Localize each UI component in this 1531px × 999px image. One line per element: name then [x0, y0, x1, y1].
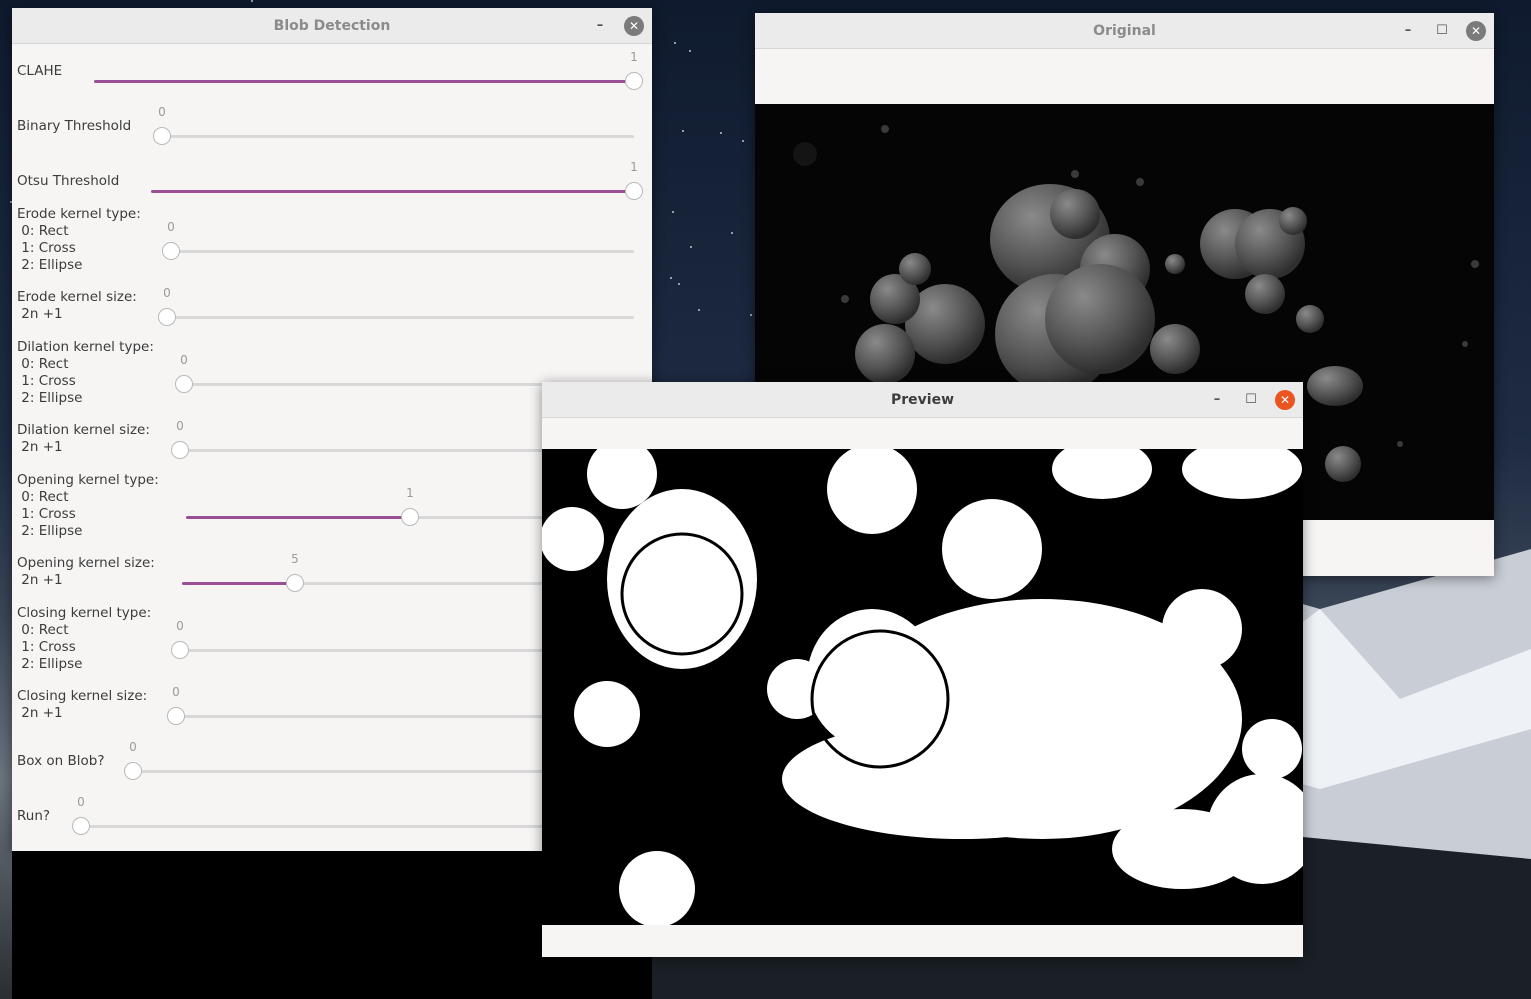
- close-icon[interactable]: ✕: [624, 15, 644, 36]
- trackbar-value: 0: [167, 220, 175, 234]
- trackbar-handle[interactable]: [286, 574, 304, 592]
- trackbar-handle[interactable]: [162, 242, 180, 260]
- star-dot: [672, 211, 674, 213]
- star-dot: [720, 132, 722, 134]
- trackbar-value: 1: [406, 486, 414, 500]
- preview-window: Preview – ☐ ✕: [542, 382, 1303, 957]
- trackbar-fill: [182, 582, 295, 585]
- star-dot: [698, 309, 700, 311]
- trackbar-label: Closing kernel type: 0: Rect 1: Cross 2:…: [17, 605, 152, 672]
- star-dot: [689, 50, 691, 52]
- preview-binary-image: [542, 449, 1303, 925]
- original-titlebar[interactable]: Original – ☐ ✕: [755, 13, 1494, 49]
- blob-detection-titlebar[interactable]: Blob Detection – ✕: [12, 8, 652, 44]
- trackbar-label: Closing kernel size: 2n +1: [17, 688, 148, 721]
- star-dot: [742, 140, 744, 142]
- star-dot: [731, 232, 733, 234]
- star-dot: [750, 314, 752, 316]
- star-dot: [690, 246, 692, 248]
- trackbar-value: 0: [172, 685, 180, 699]
- window-title: Original: [1093, 22, 1156, 39]
- trackbar-handle[interactable]: [175, 375, 193, 393]
- minimize-icon[interactable]: –: [1207, 390, 1227, 410]
- close-icon[interactable]: ✕: [1466, 20, 1486, 41]
- trackbar-label: Binary Threshold: [17, 118, 132, 134]
- trackbar-handle[interactable]: [171, 441, 189, 459]
- trackbar-handle[interactable]: [625, 72, 643, 90]
- trackbar-value: 0: [77, 795, 85, 809]
- trackbar-slider[interactable]: [151, 182, 643, 200]
- trackbar-label: Opening kernel type: 0: Rect 1: Cross 2:…: [17, 472, 159, 539]
- trackbar-label: Dilation kernel size: 2n +1: [17, 422, 150, 455]
- trackbar-handle[interactable]: [625, 182, 643, 200]
- trackbar-label: Erode kernel size: 2n +1: [17, 289, 137, 322]
- minimize-icon[interactable]: –: [1398, 21, 1418, 41]
- trackbar-handle[interactable]: [124, 762, 142, 780]
- trackbar-handle[interactable]: [158, 308, 176, 326]
- trackbar-label: Opening kernel size: 2n +1: [17, 555, 155, 588]
- trackbar-label: Dilation kernel type: 0: Rect 1: Cross 2…: [17, 339, 154, 406]
- close-icon[interactable]: ✕: [1275, 389, 1295, 410]
- trackbar-label: Erode kernel type: 0: Rect 1: Cross 2: E…: [17, 206, 141, 273]
- window-title: Preview: [890, 391, 954, 408]
- star-dot: [678, 283, 680, 285]
- trackbar-label: Run?: [17, 808, 51, 824]
- window-title: Blob Detection: [273, 17, 391, 34]
- trackbar-handle[interactable]: [153, 127, 171, 145]
- preview-status-bar: [542, 925, 1303, 957]
- trackbar-value: 0: [163, 286, 171, 300]
- trackbar-fill: [94, 80, 634, 83]
- trackbar-slider[interactable]: [162, 242, 634, 260]
- trackbar-value: 1: [630, 160, 638, 174]
- trackbar-handle[interactable]: [401, 508, 419, 526]
- trackbar-value: 0: [129, 740, 137, 754]
- star-dot: [674, 42, 676, 44]
- trackbar-value: 0: [158, 105, 166, 119]
- maximize-icon[interactable]: ☐: [1241, 390, 1261, 410]
- trackbar-fill: [186, 516, 410, 519]
- trackbar-handle[interactable]: [72, 817, 90, 835]
- trackbar-value: 0: [176, 619, 184, 633]
- minimize-icon[interactable]: –: [590, 16, 610, 36]
- maximize-icon[interactable]: ☐: [1432, 21, 1452, 41]
- star-dot: [682, 130, 684, 132]
- trackbar-slider[interactable]: [153, 127, 634, 145]
- trackbar-value: 0: [176, 419, 184, 433]
- trackbar-label: Box on Blob?: [17, 753, 105, 769]
- trackbar-value: 0: [180, 353, 188, 367]
- trackbar-value: 1: [630, 50, 638, 64]
- star-dot: [251, 0, 253, 2]
- trackbar-handle[interactable]: [167, 707, 185, 725]
- trackbar-slider[interactable]: [94, 72, 643, 90]
- trackbar-handle[interactable]: [171, 641, 189, 659]
- preview-titlebar[interactable]: Preview – ☐ ✕: [542, 382, 1303, 418]
- trackbar-label: CLAHE: [17, 63, 63, 79]
- trackbar-fill: [151, 190, 634, 193]
- trackbar-label: Otsu Threshold: [17, 173, 120, 189]
- star-dot: [670, 277, 672, 279]
- trackbar-value: 5: [291, 552, 299, 566]
- trackbar-slider[interactable]: [158, 308, 634, 326]
